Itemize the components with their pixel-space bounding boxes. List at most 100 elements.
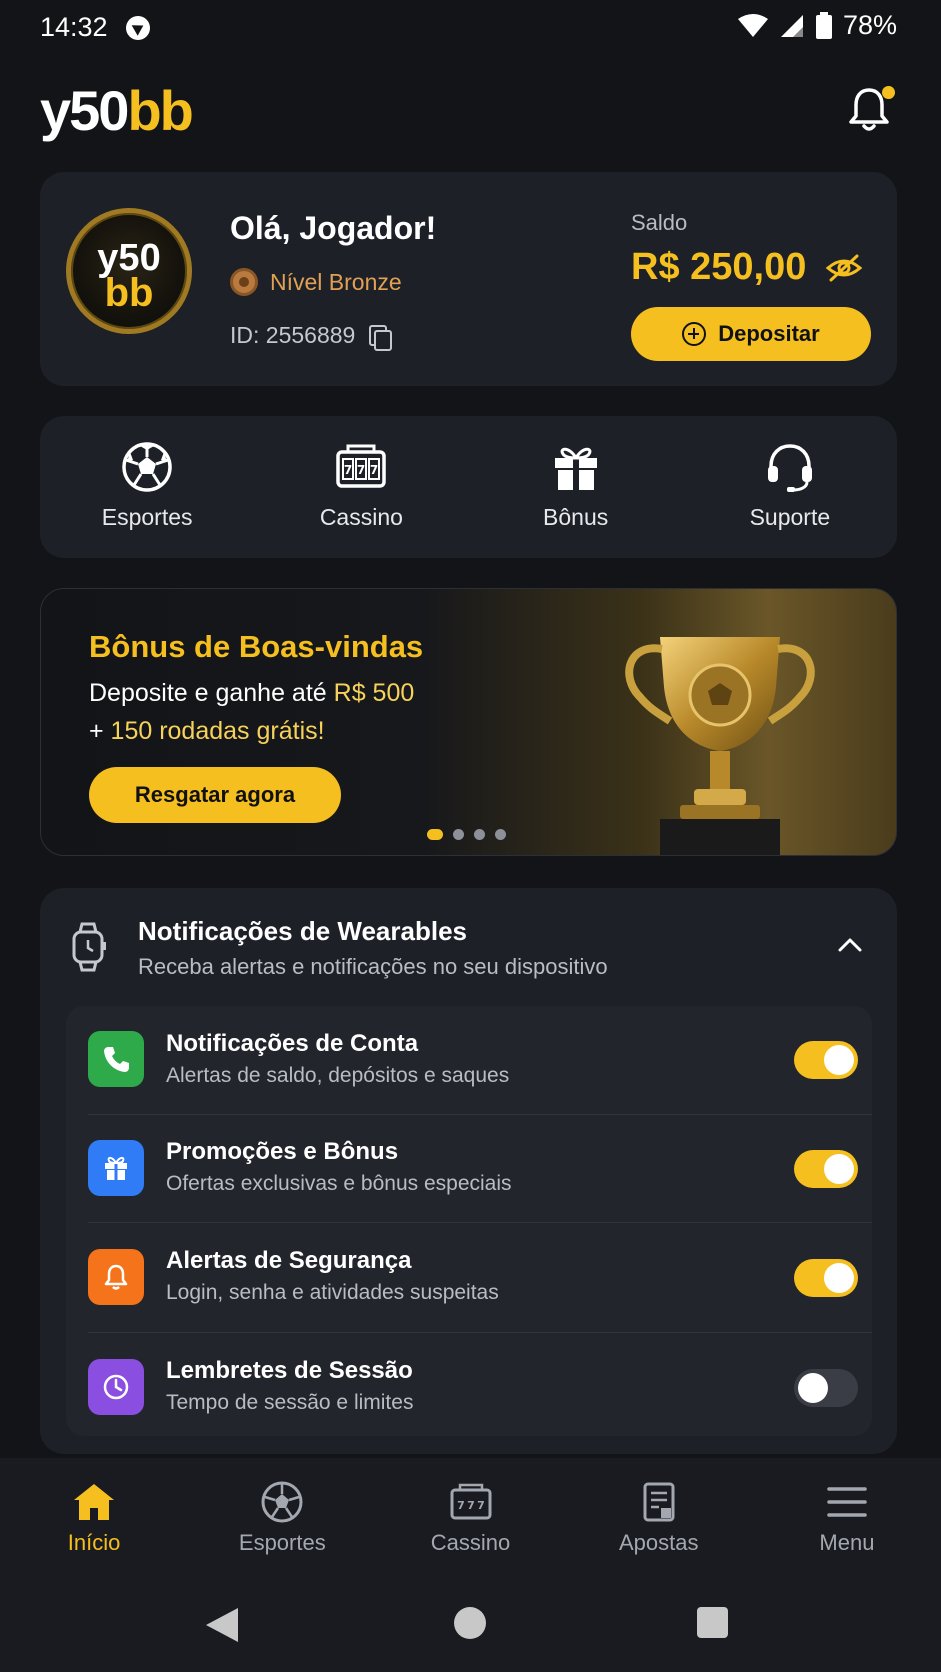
list-item: Notificações de Conta Alertas de saldo, … (66, 1006, 872, 1114)
deposit-label: Depositar (718, 321, 820, 346)
balance-value: R$ 250,00 (631, 246, 807, 288)
bet-slip-icon (643, 1482, 675, 1522)
quick-nav-label: Bônus (543, 504, 609, 530)
quick-nav-suporte[interactable]: Suporte (683, 416, 897, 558)
carousel-dot-active[interactable] (427, 829, 443, 840)
quick-nav: Esportes 7 7 7 Cassino Bônus Suporte (40, 416, 897, 558)
nav-label: Esportes (238, 1530, 326, 1555)
quick-nav-cassino[interactable]: 7 7 7 Cassino (254, 416, 468, 558)
user-level[interactable]: Nível Bronze (230, 268, 402, 296)
soccer-ball-icon (122, 442, 172, 492)
banner-highlight-spins: 150 rodadas grátis! (110, 717, 325, 745)
toggle-knob (824, 1154, 854, 1184)
nav-label: Início (67, 1530, 121, 1555)
chevron-up-icon[interactable] (837, 932, 863, 958)
user-id: ID: 2556889 (230, 322, 393, 351)
nav-esportes[interactable]: Esportes (188, 1458, 376, 1576)
svg-text:7: 7 (370, 463, 378, 477)
nav-apostas[interactable]: Apostas (565, 1458, 753, 1576)
back-icon[interactable] (206, 1608, 238, 1642)
redeem-now-button[interactable]: Resgatar agora (89, 767, 341, 823)
wearables-panel: Notificações de Wearables Receba alertas… (40, 888, 897, 1454)
toggle-session-reminders[interactable] (794, 1369, 858, 1407)
svg-text:7: 7 (477, 1499, 485, 1512)
wearables-title: Notificações de Wearables (138, 916, 467, 946)
carousel-dot[interactable] (474, 829, 485, 840)
banner-title: Bônus de Boas-vindas (89, 629, 424, 664)
home-button-icon[interactable] (454, 1607, 486, 1639)
quick-nav-label: Suporte (749, 504, 831, 530)
smartwatch-icon (72, 922, 106, 972)
toggle-account-notifications[interactable] (794, 1041, 858, 1079)
soccer-ball-icon (261, 1481, 303, 1523)
copy-icon[interactable] (369, 324, 393, 351)
list-item: Promoções e Bônus Ofertas exclusivas e b… (66, 1114, 872, 1222)
row-title: Alertas de Segurança (166, 1247, 412, 1274)
user-id-text: ID: 2556889 (230, 322, 356, 348)
phone-icon (88, 1031, 144, 1087)
bottom-navigation: Início Esportes 7 7 7 Cassino Apostas Me… (0, 1458, 941, 1576)
quick-nav-bonus[interactable]: Bônus (469, 416, 683, 558)
avatar[interactable]: y50 bb (66, 208, 192, 334)
toggle-security-alerts[interactable] (794, 1259, 858, 1297)
app-logo[interactable]: y50bb (40, 78, 194, 143)
banner-line-2: + 150 rodadas grátis! (89, 717, 325, 746)
quick-nav-esportes[interactable]: Esportes (40, 416, 254, 558)
quick-nav-label: Esportes (101, 504, 193, 530)
clock-icon (88, 1359, 144, 1415)
svg-text:7: 7 (357, 463, 365, 477)
slot-machine-icon: 7 7 7 (336, 444, 387, 488)
deposit-button[interactable]: Depositar (631, 307, 871, 361)
bell-icon (88, 1249, 144, 1305)
status-time: 14:32 (40, 12, 108, 42)
profile-card: y50 bb Olá, Jogador! Nível Bronze ID: 25… (40, 172, 897, 386)
battery-percentage: 78% (842, 10, 897, 40)
carousel-dot[interactable] (453, 829, 464, 840)
slot-machine-icon: 7 7 7 (450, 1483, 491, 1520)
nav-inicio[interactable]: Início (0, 1458, 188, 1576)
svg-text:7: 7 (467, 1499, 475, 1512)
notification-badge (882, 86, 895, 99)
nav-label: Menu (819, 1530, 875, 1555)
level-label: Nível Bronze (270, 268, 402, 295)
headset-icon (767, 444, 812, 492)
carousel-indicator (427, 829, 506, 840)
bronze-medal-icon (230, 268, 258, 296)
row-title: Promoções e Bônus (166, 1138, 399, 1165)
quick-nav-label: Cassino (319, 504, 403, 530)
row-subtitle: Tempo de sessão e limites (166, 1391, 414, 1414)
hide-balance-eye-icon[interactable] (826, 250, 862, 286)
home-icon (74, 1484, 115, 1520)
nav-cassino[interactable]: 7 7 7 Cassino (376, 1458, 564, 1576)
row-subtitle: Ofertas exclusivas e bônus especiais (166, 1172, 512, 1195)
banner-line-2-text: + (89, 717, 111, 745)
wearables-subtitle: Receba alertas e notificações no seu dis… (138, 954, 608, 979)
plus-circle-icon (682, 322, 707, 346)
status-bar: 14:32 78% (0, 0, 941, 56)
balance-label: Saldo (631, 210, 688, 235)
carousel-dot[interactable] (495, 829, 506, 840)
wifi-icon (737, 13, 768, 37)
row-subtitle: Alertas de saldo, depósitos e saques (166, 1064, 510, 1087)
row-subtitle: Login, senha e atividades suspeitas (166, 1281, 499, 1304)
toggle-knob (824, 1263, 854, 1293)
recent-apps-icon[interactable] (697, 1607, 728, 1638)
toggle-promotions[interactable] (794, 1150, 858, 1188)
greeting: Olá, Jogador! (230, 210, 437, 246)
battery-icon (815, 11, 832, 39)
gift-icon (554, 447, 597, 490)
banner-line-1-text: Deposite e ganhe até (89, 679, 334, 707)
svg-text:7: 7 (344, 463, 352, 477)
wearables-list: Notificações de Conta Alertas de saldo, … (66, 1006, 872, 1436)
logo-text-yellow: bb (127, 79, 193, 142)
promo-banner[interactable]: Bônus de Boas-vindas Deposite e ganhe at… (40, 588, 897, 856)
svg-text:7: 7 (457, 1499, 465, 1512)
list-item: Lembretes de Sessão Tempo de sessão e li… (66, 1333, 872, 1441)
row-title: Notificações de Conta (166, 1030, 419, 1057)
cell-signal-icon (780, 14, 803, 37)
system-navigation-bar (0, 1576, 941, 1672)
nav-menu[interactable]: Menu (753, 1458, 941, 1576)
list-item: Alertas de Segurança Login, senha e ativ… (66, 1223, 872, 1331)
avatar-text-bottom: bb (104, 271, 154, 315)
toggle-knob (824, 1045, 854, 1075)
